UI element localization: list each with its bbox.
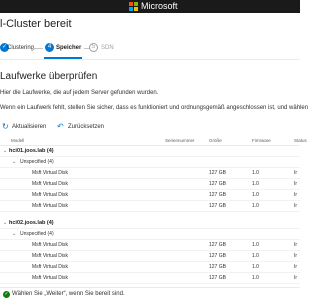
disk-row[interactable]: Msft Virtual Disk 127 GB 1.0 Ir [0,251,300,262]
status-message: Wählen Sie „Weiter“, wenn Sie bereit sin… [12,291,125,297]
column-header-model[interactable]: Modell [11,138,24,144]
wizard-steps: ✓ Clustering 4 Speicher 5 SDN [0,40,300,56]
active-step-indicator [44,57,82,59]
refresh-button[interactable]: Aktualisieren [12,122,46,132]
status-bar: ✓ Wählen Sie „Weiter“, wenn Sie bereit s… [0,287,300,300]
disk-row[interactable]: Msft Virtual Disk 127 GB 1.0 Ir [0,262,300,273]
top-bar: Microsoft [0,0,300,13]
disk-row[interactable]: Msft Virtual Disk 127 GB 1.0 Ir [0,179,300,190]
undo-icon[interactable]: ↶ [57,122,65,132]
section-heading: Laufwerke überprüfen [0,71,98,82]
column-header-serial[interactable]: Seriennummer [165,138,195,144]
page-title: l-Cluster bereit [0,18,72,30]
server-row[interactable]: ⌄ hci02.joos.lab (4) [0,218,300,229]
group-row[interactable]: ⌄ Unspecified (4) [0,157,300,168]
column-header-status[interactable]: Status [294,138,307,144]
disk-row[interactable]: Msft Virtual Disk 127 GB 1.0 Ir [0,240,300,251]
step-speicher[interactable]: Speicher [56,42,81,54]
disk-row[interactable]: Msft Virtual Disk 127 GB 1.0 Ir [0,273,300,284]
brand-name: Microsoft [141,1,178,11]
check-circle-icon: ✓ [3,291,10,298]
reset-button[interactable]: Zurücksetzen [68,122,104,132]
disk-row[interactable]: Msft Virtual Disk 127 GB 1.0 Ir [0,168,300,179]
microsoft-logo-icon [129,2,138,11]
step-separator [33,48,43,49]
steps-divider [0,59,300,60]
server-row[interactable]: ⌄ hci01.joos.lab (4) [0,146,300,157]
refresh-icon[interactable]: ↻ [2,122,10,132]
group-row[interactable]: ⌄ Unspecified (4) [0,229,300,240]
toolbar: ↻ Aktualisieren ↶ Zurücksetzen [0,122,300,132]
column-header-size[interactable]: Größe [209,138,222,144]
section-hint: Wenn ein Laufwerk fehlt, stellen Sie sic… [0,105,309,111]
disk-row[interactable]: Msft Virtual Disk 127 GB 1.0 Ir [0,190,300,201]
disk-row[interactable]: Msft Virtual Disk 127 GB 1.0 Ir [0,201,300,212]
step-number-4: 4 [45,43,54,52]
column-header-firmware[interactable]: Firmware [252,138,271,144]
section-description: Hier die Laufwerke, die auf jedem Server… [0,90,159,96]
step-clustering[interactable]: Clustering [7,42,34,54]
step-number-5: 5 [89,43,98,52]
step-sdn: SDN [101,45,114,51]
